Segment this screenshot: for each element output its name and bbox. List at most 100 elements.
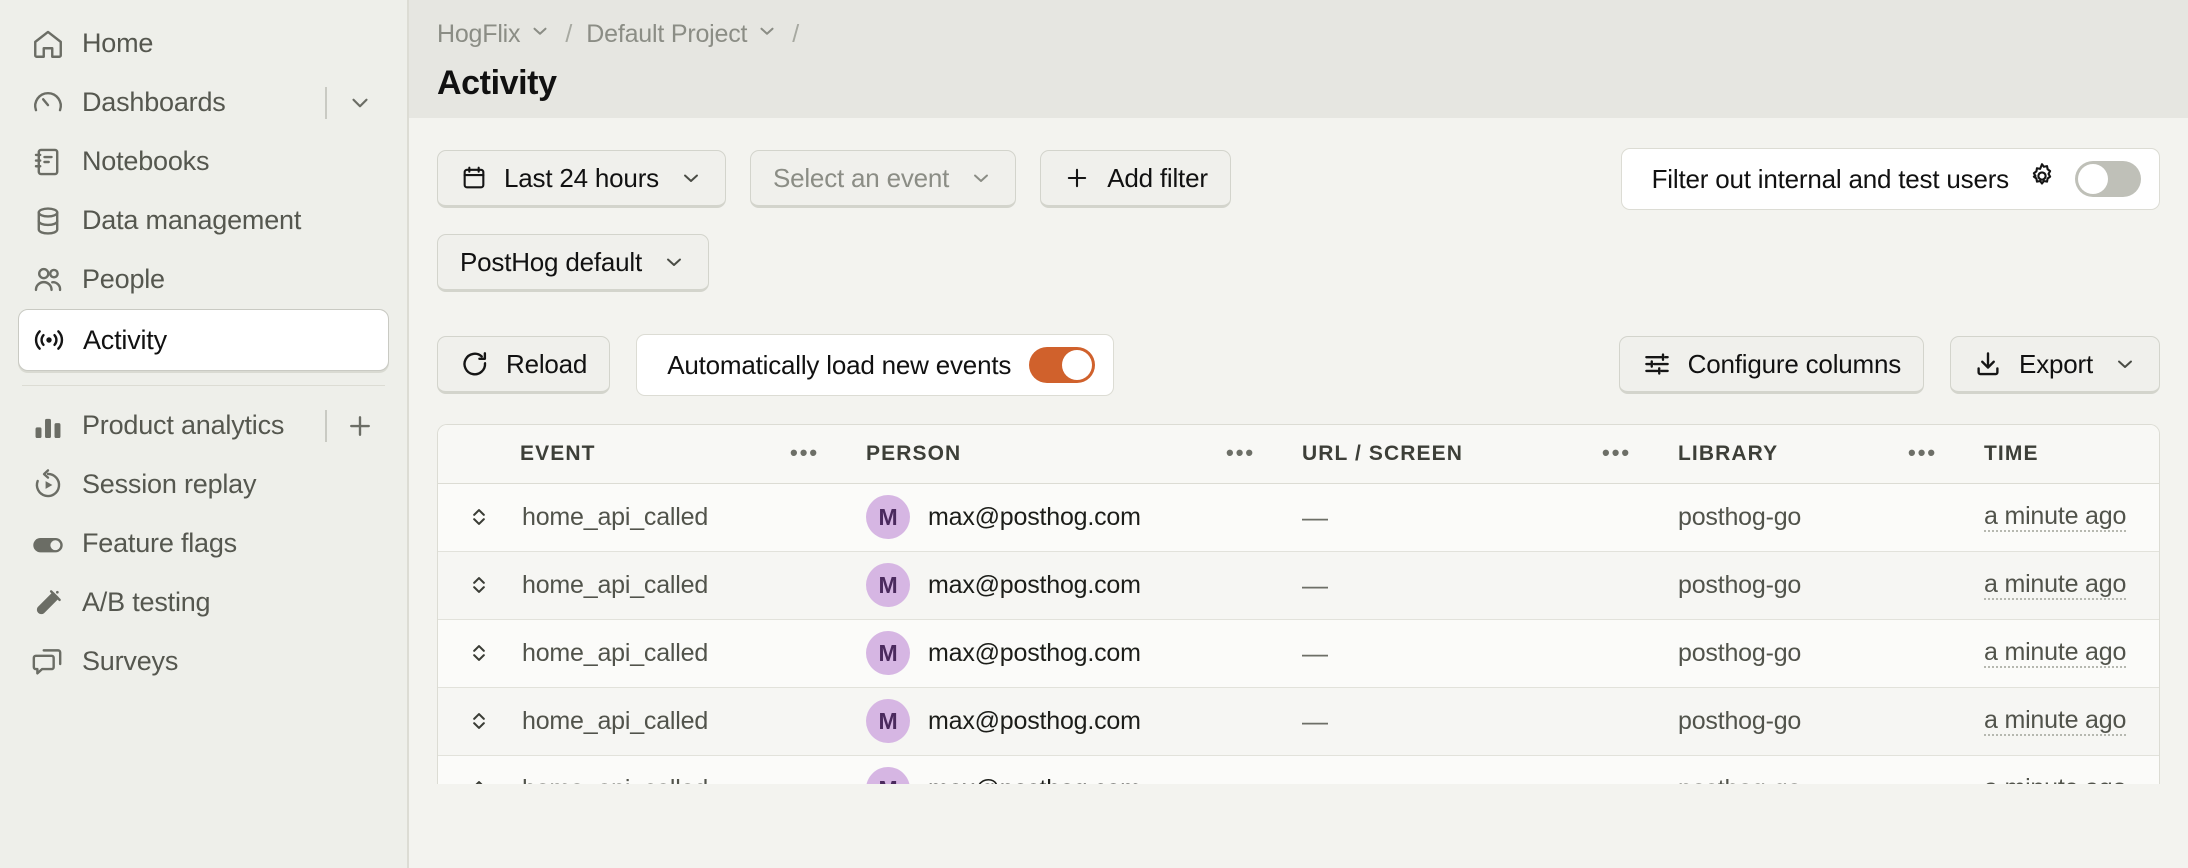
url-screen-value: —: [1302, 774, 1328, 785]
cell-expand[interactable]: [438, 483, 520, 552]
header-library[interactable]: LIBRARY: [1678, 425, 1908, 484]
sidebar-item-session-replay[interactable]: Session replay: [18, 455, 389, 514]
cell-person[interactable]: Mmax@posthog.com: [866, 551, 1226, 620]
cell-event[interactable]: home_api_called: [520, 551, 790, 620]
header-person[interactable]: PERSON: [866, 425, 1226, 484]
table-row[interactable]: home_api_called Mmax@posthog.com — posthog-…: [438, 483, 2159, 552]
events-table-container: EVENT ••• PERSON ••• URL / SCREEN ••• LI…: [437, 424, 2160, 784]
column-menu-icon[interactable]: •••: [1226, 440, 1255, 465]
breadcrumb-project[interactable]: Default Project: [586, 20, 778, 49]
download-icon: [1973, 349, 2003, 379]
sidebar-item-feature-flags[interactable]: Feature flags: [18, 514, 389, 573]
cell-time: a minute ago: [1984, 483, 2159, 552]
cell-library-spacer: [1908, 551, 1984, 620]
column-menu-icon[interactable]: •••: [1908, 440, 1937, 465]
sidebar-item-people[interactable]: People: [18, 250, 389, 309]
cell-person[interactable]: Mmax@posthog.com: [866, 619, 1226, 688]
time-value: a minute ago: [1984, 706, 2126, 737]
sidebar-item-activity[interactable]: Activity: [18, 309, 389, 371]
sidebar-item-home[interactable]: Home: [18, 14, 389, 73]
header-person-menu[interactable]: •••: [1226, 425, 1302, 484]
data-source-selector[interactable]: PostHog default: [437, 234, 710, 292]
date-range-picker[interactable]: Last 24 hours: [437, 150, 726, 208]
table-row[interactable]: home_api_called Mmax@posthog.com — posthog-…: [438, 755, 2159, 784]
export-button[interactable]: Export: [1950, 336, 2160, 394]
table-row[interactable]: home_api_called Mmax@posthog.com — posthog-…: [438, 619, 2159, 688]
sidebar-item-notebooks[interactable]: Notebooks: [18, 132, 389, 191]
header-url-screen-menu[interactable]: •••: [1602, 425, 1678, 484]
cell-event[interactable]: home_api_called: [520, 687, 790, 756]
cell-person[interactable]: Mmax@posthog.com: [866, 755, 1226, 784]
filter-internal-users-toggle[interactable]: [2075, 161, 2141, 197]
person-email[interactable]: max@posthog.com: [928, 571, 1141, 600]
expand-row-icon[interactable]: [438, 572, 520, 598]
add-filter-button[interactable]: Add filter: [1040, 150, 1231, 208]
cell-url-spacer: [1602, 551, 1678, 620]
cell-person[interactable]: Mmax@posthog.com: [866, 687, 1226, 756]
reload-button[interactable]: Reload: [437, 336, 611, 394]
column-menu-icon[interactable]: •••: [790, 440, 819, 465]
autoload-events-toggle[interactable]: [1029, 347, 1096, 383]
sidebar-item-data-management[interactable]: Data management: [18, 191, 389, 250]
cell-expand[interactable]: [438, 551, 520, 620]
sidebar-item-surveys[interactable]: Surveys: [18, 632, 389, 691]
cell-event-spacer: [790, 619, 866, 688]
event-selector[interactable]: Select an event: [749, 150, 1017, 208]
autoload-events-control[interactable]: Automatically load new events: [636, 334, 1115, 396]
sidebar-item-ab-testing[interactable]: A/B testing: [18, 573, 389, 632]
breadcrumb-organization[interactable]: HogFlix: [437, 20, 551, 49]
expand-row-icon[interactable]: [438, 708, 520, 734]
cell-expand[interactable]: [438, 755, 520, 784]
cell-expand[interactable]: [438, 619, 520, 688]
gear-icon[interactable]: [2027, 161, 2057, 198]
header-library-menu[interactable]: •••: [1908, 425, 1984, 484]
sidebar-item-product-analytics[interactable]: Product analytics: [18, 396, 389, 455]
sidebar-item-label: Dashboards: [82, 87, 226, 117]
expand-row-icon[interactable]: [438, 504, 520, 530]
person-email[interactable]: max@posthog.com: [928, 775, 1141, 785]
sidebar-item-label: Session replay: [82, 469, 257, 499]
cell-time: a minute ago: [1984, 551, 2159, 620]
table-row[interactable]: home_api_called Mmax@posthog.com — posthog-…: [438, 551, 2159, 620]
header-event-menu[interactable]: •••: [790, 425, 866, 484]
chevron-down-icon[interactable]: [343, 86, 377, 120]
person-email[interactable]: max@posthog.com: [928, 503, 1141, 532]
cell-event-spacer: [790, 483, 866, 552]
cell-url-screen: —: [1302, 755, 1602, 784]
column-menu-icon[interactable]: •••: [1602, 440, 1631, 465]
expand-row-icon[interactable]: [438, 776, 520, 784]
database-icon: [28, 201, 68, 241]
time-value: a minute ago: [1984, 638, 2126, 669]
expand-row-icon[interactable]: [438, 640, 520, 666]
sidebar-secondary-group: Product analytics Session replay Feature…: [18, 396, 389, 691]
person-email[interactable]: max@posthog.com: [928, 707, 1141, 736]
plus-icon[interactable]: [343, 409, 377, 443]
sidebar-item-label: Home: [82, 28, 154, 58]
cell-event[interactable]: home_api_called: [520, 483, 790, 552]
cell-expand[interactable]: [438, 687, 520, 756]
cell-event[interactable]: home_api_called: [520, 619, 790, 688]
content-area: Last 24 hours Select an event Add filter…: [409, 118, 2188, 868]
configure-columns-button[interactable]: Configure columns: [1618, 336, 1925, 394]
cell-person-spacer: [1226, 483, 1302, 552]
filter-internal-users-control[interactable]: Filter out internal and test users: [1620, 148, 2160, 210]
cell-url-spacer: [1602, 483, 1678, 552]
person-email[interactable]: max@posthog.com: [928, 639, 1141, 668]
flask-icon: [28, 583, 68, 623]
events-table-head: EVENT ••• PERSON ••• URL / SCREEN ••• LI…: [438, 425, 2159, 484]
cell-person[interactable]: Mmax@posthog.com: [866, 483, 1226, 552]
cell-person-spacer: [1226, 755, 1302, 784]
data-source-label: PostHog default: [460, 246, 643, 277]
chevron-down-icon[interactable]: [2113, 352, 2137, 376]
cell-url-spacer: [1602, 755, 1678, 784]
sidebar-item-label: People: [82, 264, 165, 294]
header-time[interactable]: TIME: [1984, 425, 2159, 484]
table-row[interactable]: home_api_called Mmax@posthog.com — posthog-…: [438, 687, 2159, 756]
cell-event[interactable]: home_api_called: [520, 755, 790, 784]
sidebar-item-label: Activity: [83, 324, 167, 355]
sidebar-item-label: Surveys: [82, 646, 179, 676]
header-url-screen[interactable]: URL / SCREEN: [1302, 425, 1602, 484]
header-event[interactable]: EVENT: [520, 425, 790, 484]
sidebar-item-dashboards[interactable]: Dashboards: [18, 73, 389, 132]
event-selector-label: Select an event: [772, 162, 950, 193]
